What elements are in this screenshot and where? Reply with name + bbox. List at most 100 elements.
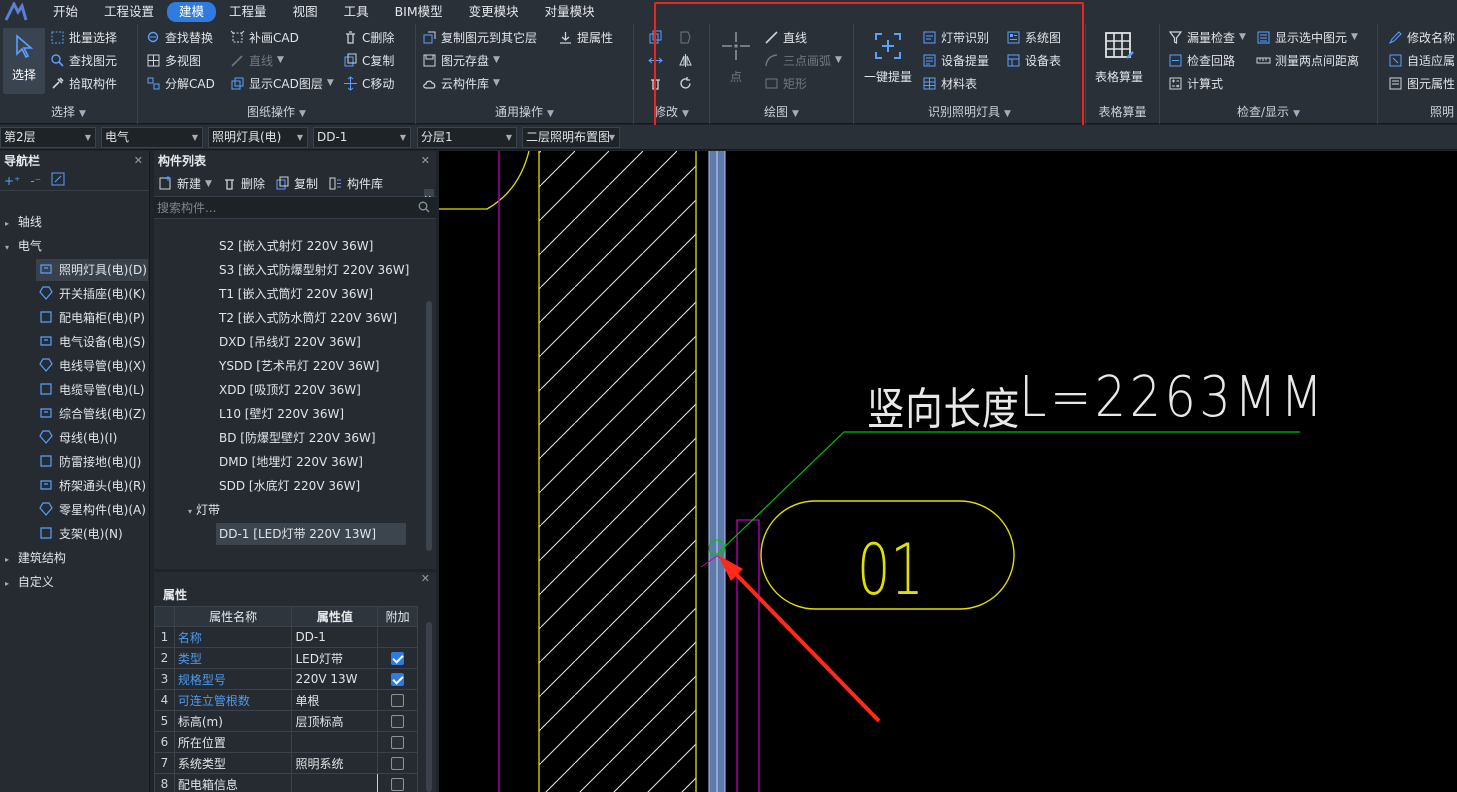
check-circuit-button[interactable]: 检查回路 xyxy=(1168,50,1235,70)
extra-checkbox[interactable] xyxy=(391,694,405,707)
component-item-selected[interactable]: DD-1 [LED灯带 220V 13W] xyxy=(216,523,406,545)
nav-item-1[interactable]: ▾ 电气 xyxy=(0,235,150,257)
menu-modeling[interactable]: 建模 xyxy=(167,2,217,22)
menu-bim-model[interactable]: BIM模型 xyxy=(382,2,456,22)
modify-mirror-button[interactable] xyxy=(678,50,697,70)
nav-item-10[interactable]: 防雷接地(电)(J) xyxy=(0,451,150,473)
discipline-select[interactable]: 电气 ▼ xyxy=(101,127,203,148)
group-general-title[interactable]: 通用操作 ▼ xyxy=(416,103,633,120)
nav-item-13[interactable]: 支架(电)(N) xyxy=(0,523,150,545)
component-item[interactable]: YSDD [艺术吊灯 220V 36W] xyxy=(216,355,382,377)
multi-view-button[interactable]: 多视图 xyxy=(146,50,201,70)
nav-item-11[interactable]: 桥架通头(电)(R) xyxy=(0,475,150,497)
extra-checkbox[interactable] xyxy=(391,652,405,665)
expanded-caret-icon[interactable]: ▾ xyxy=(188,507,192,516)
property-value[interactable]: DD-1 xyxy=(291,626,379,648)
nav-item-2[interactable]: 照明灯具(电)(D) xyxy=(36,259,148,281)
component-type-select[interactable]: 照明灯具(电) ▼ xyxy=(208,127,308,148)
modify-extend-button[interactable] xyxy=(648,50,667,70)
find-replace-button[interactable]: 查找替换 xyxy=(146,27,213,47)
draw-line-button[interactable]: 直线 xyxy=(764,27,807,47)
collapsed-caret-icon[interactable]: ▸ xyxy=(0,213,14,235)
property-row[interactable]: 4 可连立管根数 单根 xyxy=(154,689,418,711)
nav-item-0[interactable]: ▸ 轴线 xyxy=(0,211,150,233)
close-icon[interactable]: ✕ xyxy=(421,151,430,171)
property-value[interactable]: 照明系统 xyxy=(291,752,379,774)
menu-project-settings[interactable]: 工程设置 xyxy=(91,2,167,22)
menu-quantity[interactable]: 工程量 xyxy=(216,2,280,22)
group-drawing-title[interactable]: 图纸操作 ▼ xyxy=(138,103,415,120)
property-value[interactable]: 220V 13W xyxy=(291,668,379,690)
collapsed-caret-icon[interactable]: ▸ xyxy=(0,549,14,571)
group-modify-title[interactable]: 修改 ▼ xyxy=(634,103,709,120)
group-check-title[interactable]: 检查/显示 ▼ xyxy=(1160,103,1377,120)
nav-item-9[interactable]: 母线(电)(I) xyxy=(0,427,150,449)
component-library-button[interactable]: 构件库 xyxy=(328,174,383,194)
property-value[interactable]: LED灯带 xyxy=(291,647,379,669)
explode-cad-button[interactable]: 分解CAD xyxy=(146,73,215,93)
nav-item-6[interactable]: 电线导管(电)(X) xyxy=(0,355,150,377)
modify-rotate-button[interactable] xyxy=(678,73,697,93)
menu-start[interactable]: 开始 xyxy=(40,2,91,22)
cad-canvas[interactable]: 竖向长度 L=2263MM 01 xyxy=(439,151,1457,792)
component-item[interactable]: T1 [嵌入式筒灯 220V 36W] xyxy=(216,283,376,305)
measure-distance-button[interactable]: 测量两点间距离 xyxy=(1256,50,1359,70)
group-identify-title[interactable]: 识别照明灯具 ▼ xyxy=(854,103,1085,120)
close-icon[interactable]: ✕ xyxy=(134,151,143,171)
extra-checkbox[interactable] xyxy=(391,778,405,791)
copy-component-button[interactable]: 复制 xyxy=(275,174,318,194)
component-item[interactable]: S3 [嵌入式防爆型射灯 220V 36W] xyxy=(216,259,412,281)
property-value[interactable] xyxy=(291,773,379,792)
nav-item-5[interactable]: 电气设备(电)(S) xyxy=(0,331,150,353)
nav-item-12[interactable]: 零星构件(电)(A) xyxy=(0,499,150,521)
nav-item-7[interactable]: 电缆导管(电)(L) xyxy=(0,379,150,401)
modify-stretch-button[interactable] xyxy=(678,27,697,47)
property-value[interactable]: 单根 xyxy=(291,689,379,711)
select-button[interactable]: 选择 xyxy=(3,28,45,94)
expand-all-icon[interactable]: +⁺ xyxy=(4,174,20,188)
show-selected-button[interactable]: 显示选中图元 ▼ xyxy=(1256,27,1358,47)
three-point-arc-button[interactable]: 三点画弧 ▼ xyxy=(764,50,842,70)
show-cad-layers-button[interactable]: 显示CAD图层 ▼ xyxy=(230,73,334,93)
nav-item-14[interactable]: ▸ 建筑结构 xyxy=(0,547,150,569)
extra-checkbox[interactable] xyxy=(391,715,405,728)
properties-scrollbar[interactable] xyxy=(426,622,432,792)
component-select[interactable]: DD-1 ▼ xyxy=(313,127,411,148)
c-delete-button[interactable]: C删除 xyxy=(343,27,394,47)
system-diagram-button[interactable]: 系统图 xyxy=(1006,27,1061,47)
menu-tools[interactable]: 工具 xyxy=(331,2,382,22)
menu-reconcile-module[interactable]: 对量模块 xyxy=(532,2,608,22)
table-quantity-button[interactable]: 表格算量 xyxy=(1095,28,1143,85)
property-row[interactable]: 3 规格型号 220V 13W xyxy=(154,668,418,690)
nav-item-8[interactable]: 综合管线(电)(Z) xyxy=(0,403,150,425)
component-item[interactable]: SDD [水底灯 220V 36W] xyxy=(216,475,363,497)
nav-item-15[interactable]: ▸ 自定义 xyxy=(0,571,150,593)
c-copy-button[interactable]: C复制 xyxy=(343,50,394,70)
property-row[interactable]: 5 标高(m) 层顶标高 xyxy=(154,710,418,732)
redraw-cad-button[interactable]: 补画CAD xyxy=(230,27,299,47)
element-attr-button[interactable]: 图元属性 xyxy=(1388,73,1455,93)
property-row[interactable]: 8 配电箱信息 xyxy=(154,773,418,792)
drawing-select[interactable]: 二层照明布置图 ▼ xyxy=(522,127,620,148)
pick-component-button[interactable]: 拾取构件 xyxy=(50,73,117,93)
component-search-input[interactable] xyxy=(154,197,436,219)
collapse-all-icon[interactable]: -⁻ xyxy=(30,174,41,188)
extract-properties-button[interactable]: 提属性 xyxy=(558,27,613,47)
element-save-button[interactable]: 图元存盘 ▼ xyxy=(422,50,500,70)
search-icon[interactable] xyxy=(418,201,430,216)
property-value[interactable]: 层顶标高 xyxy=(291,710,379,732)
group-select-title[interactable]: 选择 ▼ xyxy=(0,103,137,120)
edit-icon[interactable] xyxy=(51,172,65,189)
material-table-button[interactable]: 材料表 xyxy=(922,73,977,93)
property-row[interactable]: 7 系统类型 照明系统 xyxy=(154,752,418,774)
one-click-quantity-button[interactable]: 一键提量 xyxy=(864,28,912,85)
copy-to-other-floor-button[interactable]: 复制图元到其它层 xyxy=(422,27,537,47)
modify-delete-button[interactable] xyxy=(648,73,667,93)
property-value[interactable] xyxy=(291,731,379,753)
menu-change-module[interactable]: 变更模块 xyxy=(456,2,532,22)
device-quantity-button[interactable]: 设备提量 xyxy=(922,50,989,70)
component-list-scrollbar[interactable] xyxy=(426,301,432,551)
floor-select[interactable]: 第2层 ▼ xyxy=(0,127,96,148)
extra-checkbox[interactable] xyxy=(391,757,405,770)
missing-check-button[interactable]: 漏量检查 ▼ xyxy=(1168,27,1246,47)
